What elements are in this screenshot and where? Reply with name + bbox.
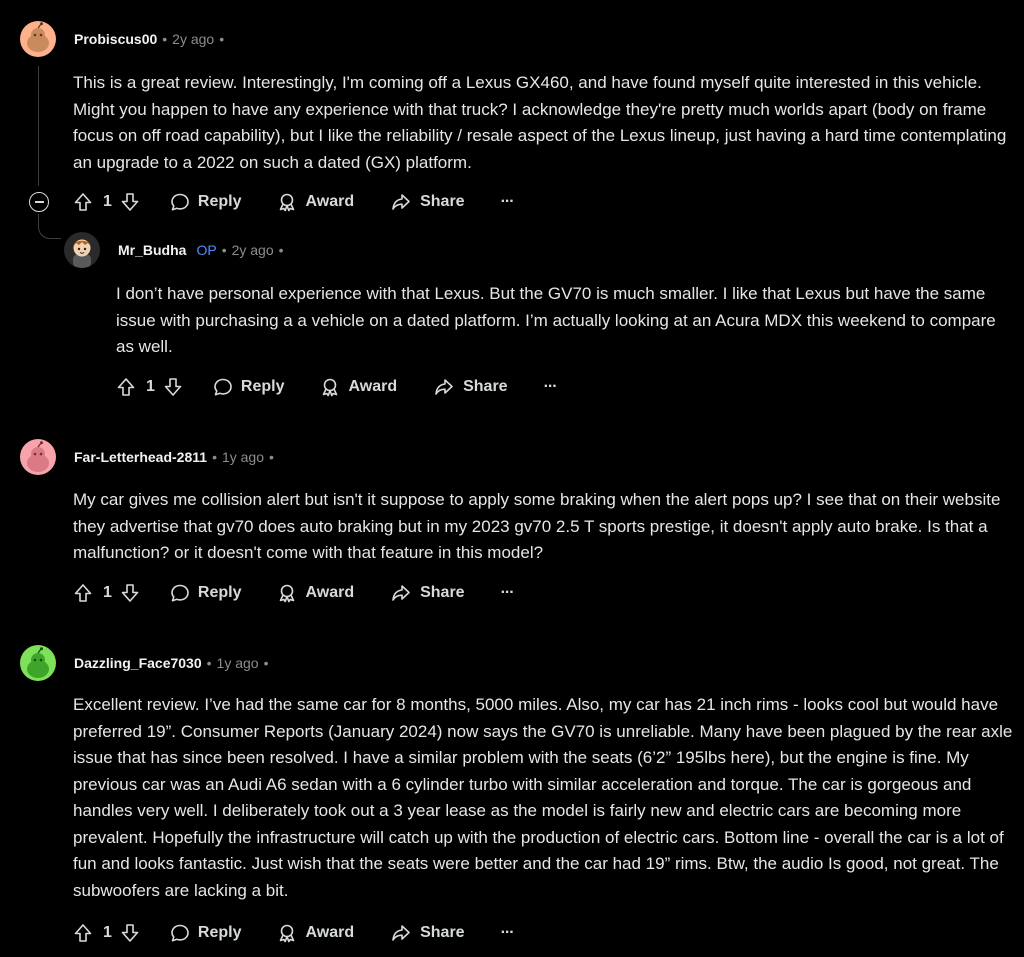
separator-dot: • [219,31,225,47]
avatar[interactable] [20,439,56,475]
vote-count: 1 [103,584,112,601]
collapse-thread-button[interactable] [29,192,49,212]
downvote-button[interactable] [163,377,183,397]
comment-body: This is a great review. Interestingly, I… [73,73,1007,172]
upvote-icon [73,192,93,212]
award-button[interactable]: Award [277,583,354,603]
downvote-button[interactable] [120,923,140,943]
share-icon [390,583,412,603]
separator-dot: • [221,242,227,258]
more-options-button[interactable]: ··· [544,378,558,396]
downvote-icon [120,583,140,603]
share-button[interactable]: Share [390,192,465,212]
comment-meta: Mr_Budha OP • 2y ago • [64,232,289,268]
timestamp[interactable]: 1y ago [217,655,259,671]
username[interactable]: Probiscus00 [74,31,157,47]
avatar[interactable] [20,645,56,681]
downvote-icon [163,377,183,397]
upvote-button[interactable] [73,192,93,212]
thread-connector [38,214,61,239]
reply-button[interactable]: Reply [170,923,241,943]
more-options-button[interactable]: ··· [501,924,515,942]
avatar[interactable] [64,232,100,268]
comment-actions: 1 Reply Award Share ··· [73,917,515,949]
more-options-button[interactable]: ··· [501,193,515,211]
award-button[interactable]: Award [277,192,354,212]
award-icon [277,192,297,212]
separator-dot: • [206,655,212,671]
timestamp[interactable]: 2y ago [232,242,274,258]
separator-dot: • [263,655,269,671]
reply-button[interactable]: Reply [170,192,241,212]
separator-dot: • [212,449,217,465]
separator-dot: • [278,242,284,258]
more-options-button[interactable]: ··· [501,584,515,602]
vote-count: 1 [103,193,112,210]
comment-actions: 1 Reply Award Share ··· [116,371,558,403]
share-icon [390,192,412,212]
username[interactable]: Dazzling_Face7030 [74,655,202,671]
reply-button[interactable]: Reply [213,377,284,397]
comment-actions: 1 Reply Award Share ··· [73,186,515,218]
vote-count: 1 [103,924,112,941]
upvote-icon [73,923,93,943]
comment-actions: 1 Reply Award Share ··· [73,577,515,609]
separator-dot: • [162,31,168,47]
op-badge: OP [196,242,217,258]
vote-count: 1 [146,378,155,395]
timestamp[interactable]: 1y ago [222,449,264,465]
award-button[interactable]: Award [277,923,354,943]
share-button[interactable]: Share [433,377,508,397]
downvote-icon [120,923,140,943]
thread-line [38,66,39,186]
downvote-button[interactable] [120,583,140,603]
comment-meta: Probiscus00 • 2y ago • [20,21,229,57]
reply-icon [170,923,190,943]
award-icon [320,377,340,397]
downvote-icon [120,192,140,212]
share-button[interactable]: Share [390,923,465,943]
comment-body: My car gives me collision alert but isn'… [73,490,1001,562]
upvote-icon [73,583,93,603]
separator-dot: • [269,449,274,465]
comment-meta: Dazzling_Face7030 • 1y ago • [20,645,273,681]
upvote-button[interactable] [116,377,136,397]
award-icon [277,583,297,603]
award-button[interactable]: Award [320,377,397,397]
upvote-button[interactable] [73,583,93,603]
share-icon [433,377,455,397]
upvote-button[interactable] [73,923,93,943]
reply-icon [213,377,233,397]
username[interactable]: Mr_Budha [118,242,186,258]
avatar[interactable] [20,21,56,57]
share-button[interactable]: Share [390,583,465,603]
comment-meta: Far-Letterhead-2811 • 1y ago • [20,439,279,475]
upvote-icon [116,377,136,397]
comment-body: Excellent review. I’ve had the same car … [73,695,1013,900]
timestamp[interactable]: 2y ago [172,31,214,47]
reply-icon [170,192,190,212]
downvote-button[interactable] [120,192,140,212]
comment-body: I don’t have personal experience with th… [116,284,996,356]
award-icon [277,923,297,943]
username[interactable]: Far-Letterhead-2811 [74,449,207,465]
share-icon [390,923,412,943]
reply-button[interactable]: Reply [170,583,241,603]
reply-icon [170,583,190,603]
